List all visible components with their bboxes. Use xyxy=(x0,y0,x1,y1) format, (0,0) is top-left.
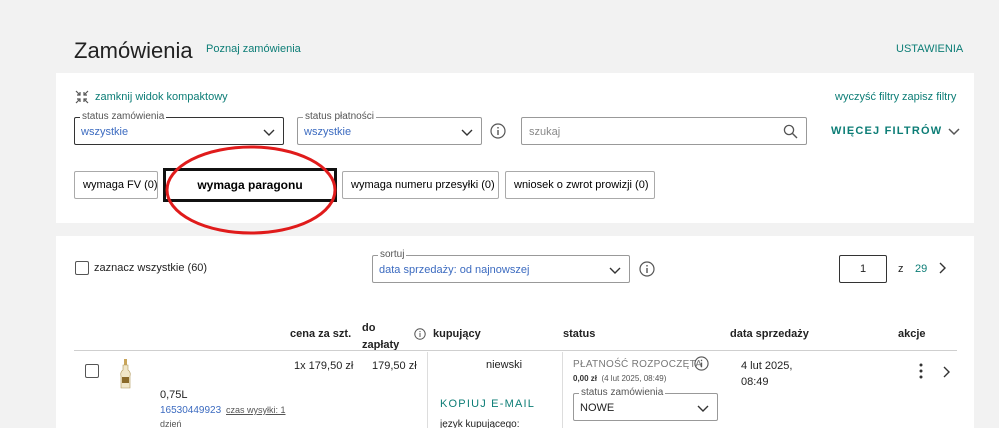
info-icon[interactable] xyxy=(694,356,709,371)
paid-amount-value: 0,00 zł xyxy=(573,374,598,383)
column-divider xyxy=(427,352,428,428)
product-volume: 0,75L xyxy=(160,389,188,401)
row-order-status-select[interactable]: status zamówienia NOWE xyxy=(573,387,718,421)
more-filters-button[interactable]: WIĘCEJ FILTRÓW xyxy=(831,125,960,137)
compact-view-toggle[interactable]: zamknij widok kompaktowy xyxy=(75,90,228,104)
clear-filters-link[interactable]: wyczyść filtry xyxy=(835,91,899,103)
search-icon[interactable] xyxy=(783,124,798,139)
highlight-annotation xyxy=(165,145,337,235)
select-all-checkbox[interactable] xyxy=(75,261,89,275)
buyer-name[interactable]: niewski xyxy=(486,359,522,371)
more-filters-label: WIĘCEJ FILTRÓW xyxy=(831,125,943,137)
chevron-down-icon xyxy=(461,129,473,136)
chevron-right-icon[interactable] xyxy=(940,366,952,378)
order-status-value: wszystkie xyxy=(81,126,129,138)
column-header-actions: akcje xyxy=(898,328,926,340)
page-total-link[interactable]: 29 xyxy=(915,263,927,275)
page-title: Zamówienia xyxy=(74,38,193,63)
page-number-input[interactable]: 1 xyxy=(839,255,887,283)
shipping-time: czas wysyłki: 1 xyxy=(226,405,286,415)
sort-select[interactable]: sortuj data sprzedaży: od najnowszej xyxy=(372,249,630,283)
paid-date: (4 lut 2025, 08:49) xyxy=(601,374,667,383)
offer-id-link[interactable]: 16530449923 xyxy=(160,405,221,416)
column-divider xyxy=(562,352,563,428)
buyer-language: język kupującego: xyxy=(440,419,520,428)
sort-label: sortuj xyxy=(378,249,407,261)
product-thumbnail[interactable] xyxy=(118,358,138,390)
learn-orders-link[interactable]: Poznaj zamówienia xyxy=(206,43,301,55)
header-divider xyxy=(74,350,957,351)
column-header-price: cena za szt. xyxy=(290,328,352,340)
row-due: 179,50 zł xyxy=(372,360,417,372)
select-all-label: zaznacz wszystkie (60) xyxy=(94,262,208,274)
column-header-due: do zapłaty xyxy=(362,322,400,351)
copy-email-button[interactable]: KOPIUJ E-MAIL xyxy=(440,398,535,410)
order-status-label: status zamówienia xyxy=(80,111,167,123)
sale-date: 4 lut 2025, 08:49 xyxy=(741,360,793,388)
filter-chip-refund[interactable]: wniosek o zwrot prowizji (0) xyxy=(505,171,655,199)
info-icon[interactable] xyxy=(490,123,506,139)
row-price: 1x 179,50 zł xyxy=(294,360,354,372)
order-status-select[interactable]: status zamówienia wszystkie xyxy=(74,111,284,145)
more-actions-icon[interactable] xyxy=(918,363,924,379)
payment-status-text: PŁATNOŚĆ ROZPOCZĘTA xyxy=(573,359,703,370)
page-of-label: z xyxy=(898,263,904,275)
filter-chip-invoice[interactable]: wymaga FV (0) xyxy=(74,171,158,199)
settings-link[interactable]: USTAWIENIA xyxy=(896,43,963,55)
compact-view-label: zamknij widok kompaktowy xyxy=(95,91,228,103)
payment-status-label: status płatności xyxy=(303,111,376,123)
chevron-right-icon[interactable] xyxy=(936,262,948,274)
row-checkbox[interactable] xyxy=(85,364,99,378)
chevron-down-icon xyxy=(697,405,709,412)
info-icon[interactable] xyxy=(414,328,426,340)
chevron-down-icon xyxy=(609,267,621,274)
save-filters-link[interactable]: zapisz filtry xyxy=(902,91,956,103)
chevron-down-icon xyxy=(263,129,275,136)
payment-status-select[interactable]: status płatności wszystkie xyxy=(297,111,482,145)
collapse-icon xyxy=(75,90,89,104)
column-header-date: data sprzedaży xyxy=(730,328,809,340)
sort-value: data sprzedaży: od najnowszej xyxy=(379,264,530,276)
chevron-down-icon xyxy=(948,128,960,136)
search-input[interactable]: szukaj xyxy=(521,117,807,145)
filter-chip-tracking[interactable]: wymaga numeru przesyłki (0) xyxy=(342,171,499,199)
paid-amount: 0,00 zł (4 lut 2025, 08:49) xyxy=(573,374,666,383)
shipping-time-cont: dzień xyxy=(160,419,182,428)
row-order-status-label: status zamówienia xyxy=(579,387,666,399)
column-header-buyer: kupujący xyxy=(433,328,481,340)
row-order-status-value: NOWE xyxy=(580,402,615,414)
column-header-status: status xyxy=(563,328,596,340)
info-icon[interactable] xyxy=(639,261,655,277)
payment-status-value: wszystkie xyxy=(304,126,352,138)
search-placeholder: szukaj xyxy=(529,126,561,138)
